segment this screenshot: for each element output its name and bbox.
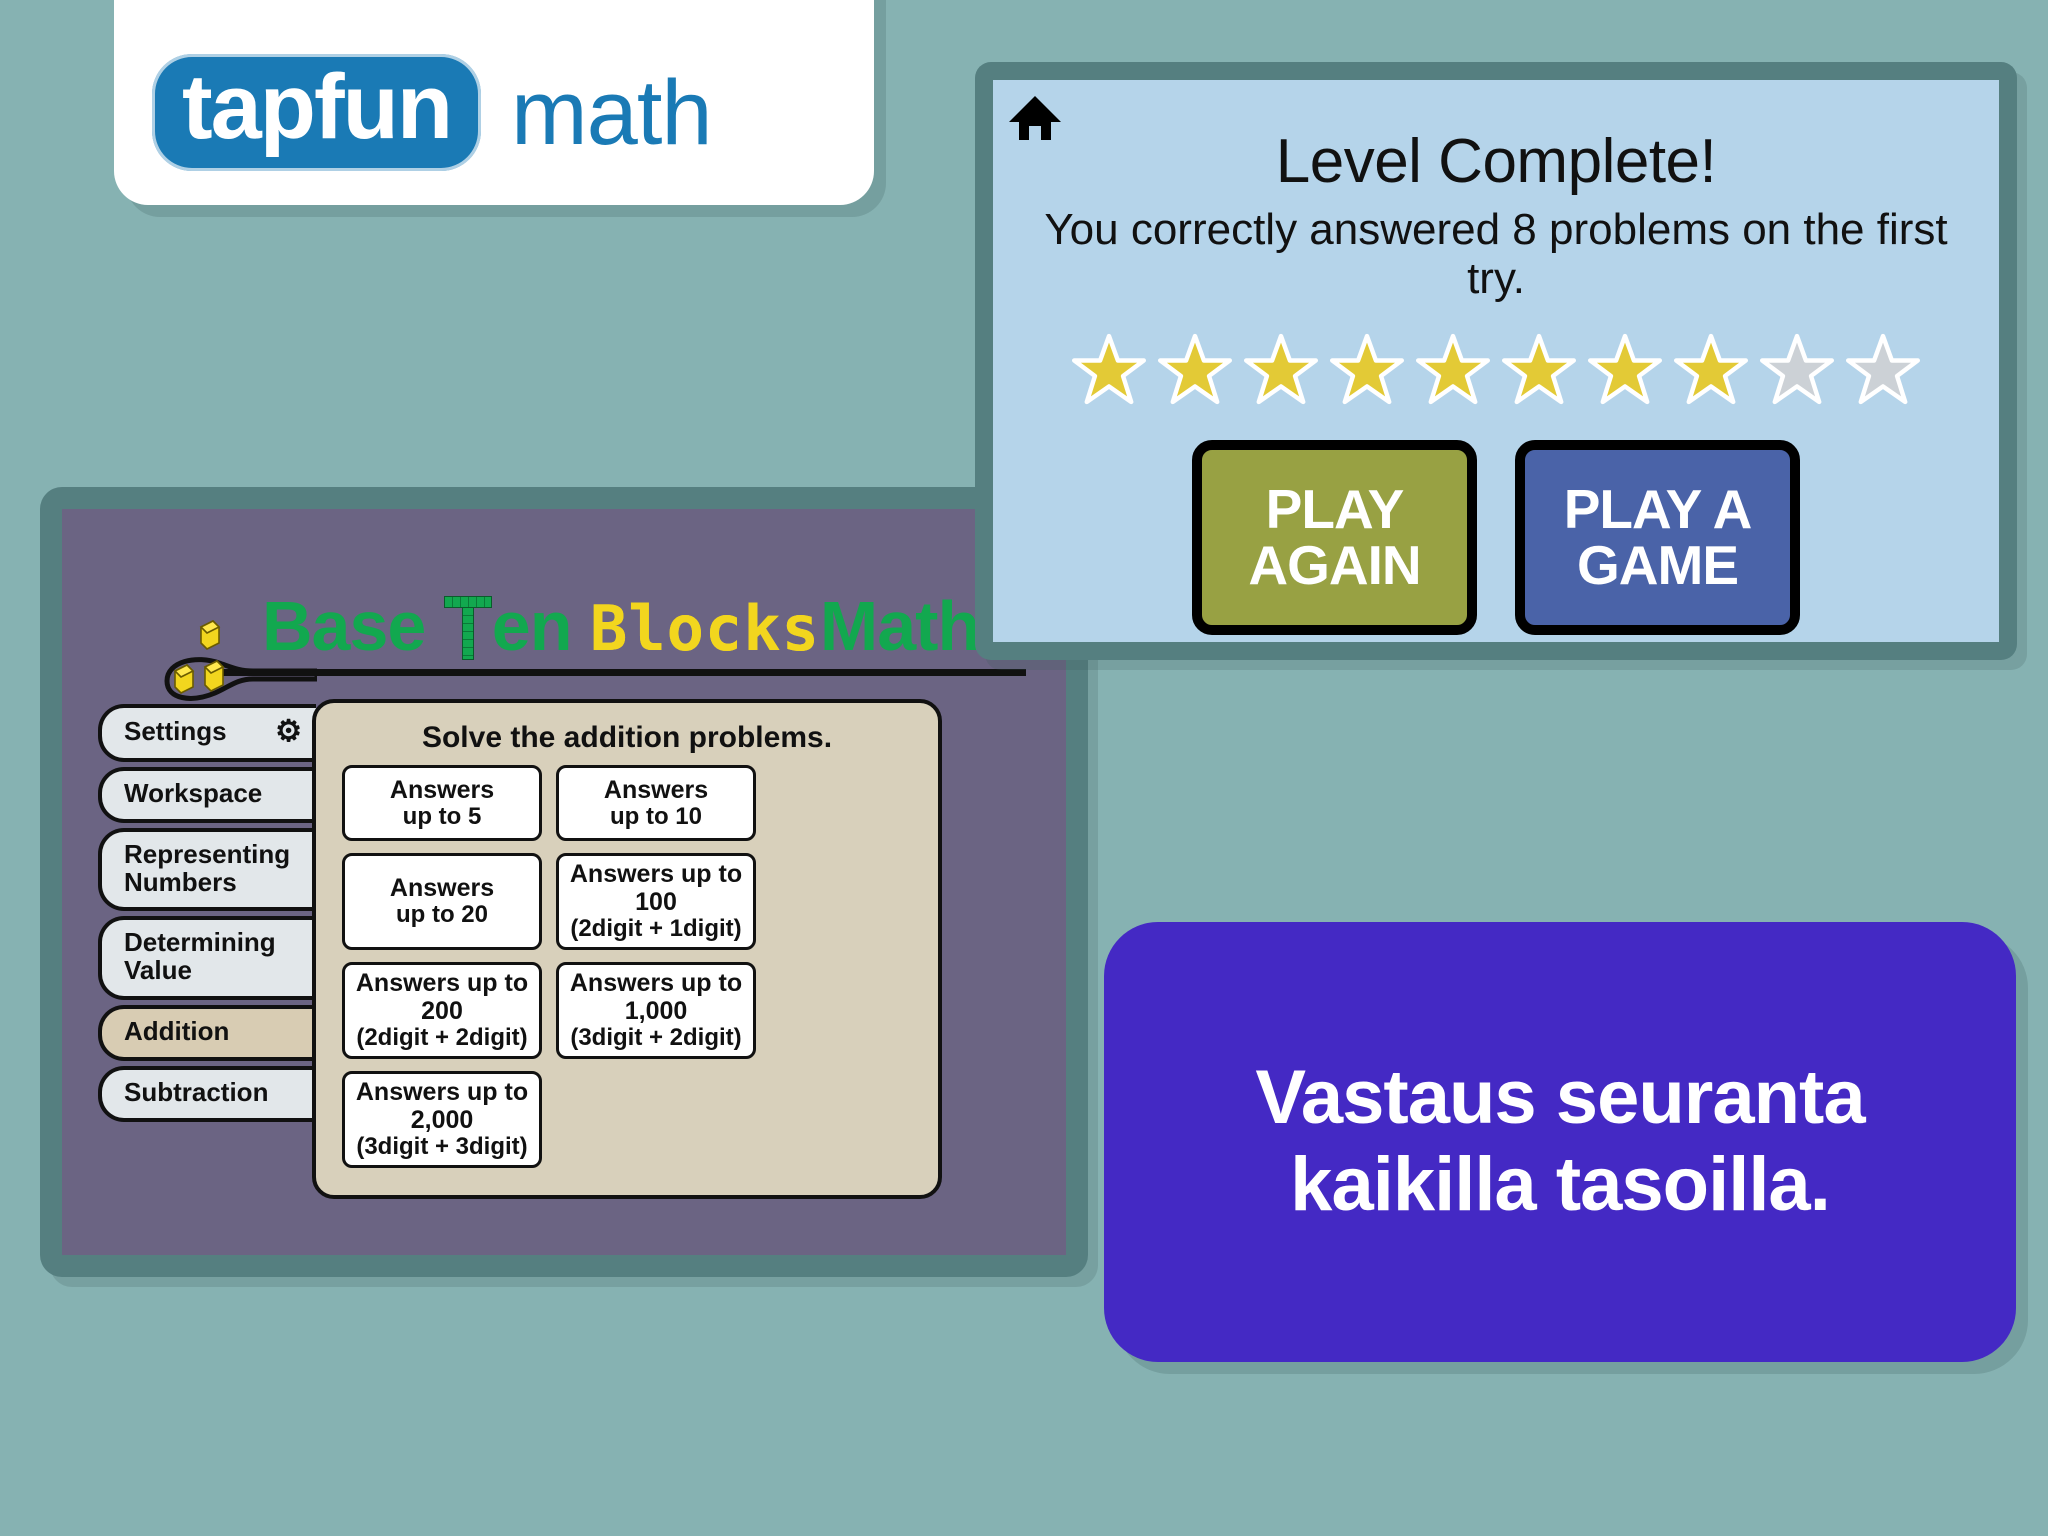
level-complete-actions: PLAY AGAIN PLAY A GAME bbox=[993, 439, 1999, 635]
level-button-answers-up-to-10[interactable]: Answers up to 10 bbox=[556, 765, 756, 841]
caption-line-2: kaikilla tasoilla. bbox=[1290, 1142, 1831, 1227]
star-rating bbox=[993, 332, 1999, 406]
star-icon-filled bbox=[1330, 333, 1404, 404]
title-part-base: Base bbox=[262, 587, 444, 665]
title-part-math: Math bbox=[819, 587, 980, 665]
btn-line-1: Answers bbox=[389, 775, 495, 804]
btn-line-2: (2digit + 2digit) bbox=[356, 1023, 528, 1051]
btn-line-1: Answers up to 2,000 bbox=[355, 1077, 529, 1134]
btn-line-1: Answers up to 100 bbox=[569, 860, 743, 916]
btn-line-2: AGAIN bbox=[1248, 534, 1421, 597]
sidebar-item-addition[interactable]: Addition bbox=[98, 1005, 316, 1061]
tab-label: Addition bbox=[124, 1016, 230, 1047]
gear-icon[interactable]: ⚙ bbox=[275, 717, 302, 747]
level-complete-body: Level Complete! You correctly answered 8… bbox=[993, 80, 1999, 642]
star-icon-filled bbox=[1674, 333, 1748, 404]
star-icon-filled bbox=[1416, 333, 1490, 404]
star-icon-filled bbox=[1072, 333, 1146, 404]
tab-label: Subtraction bbox=[124, 1076, 269, 1107]
star-icon-empty bbox=[1846, 333, 1920, 404]
base-ten-blocks-window: Base en BlocksMath Settings ⚙ Workspace … bbox=[40, 487, 1088, 1277]
content-heading: Solve the addition problems. bbox=[421, 721, 833, 754]
btn-line-2: (3digit + 2digit) bbox=[570, 1023, 742, 1051]
level-button-grid: Answers up to 5 Answers up to 10 Answers… bbox=[316, 765, 938, 1168]
level-summary-text: You correctly answered 8 problems on the… bbox=[1044, 205, 1948, 304]
title-part-blocks: Blocks bbox=[589, 592, 820, 665]
finnish-caption-text: Vastaus seuranta kaikilla tasoilla. bbox=[1215, 1055, 1904, 1228]
tab-label: Workspace bbox=[124, 778, 263, 808]
btn-line-1: PLAY A bbox=[1563, 477, 1753, 540]
btn-line-2: GAME bbox=[1577, 534, 1739, 597]
product-name: math bbox=[511, 61, 713, 164]
play-again-button[interactable]: PLAY AGAIN bbox=[1192, 439, 1477, 635]
title-underline bbox=[217, 669, 1026, 676]
level-button-answers-up-to-2000[interactable]: Answers up to 2,000 (3digit + 3digit) bbox=[342, 1070, 542, 1168]
btn-line-2: up to 10 bbox=[609, 802, 702, 830]
star-icon-filled bbox=[1588, 333, 1662, 404]
sidebar-item-workspace[interactable]: Workspace bbox=[98, 767, 316, 823]
btn-line-2: up to 20 bbox=[395, 901, 488, 928]
level-complete-window: Level Complete! You correctly answered 8… bbox=[975, 62, 2017, 660]
btn-line-1: Answers bbox=[603, 775, 709, 804]
play-a-game-button[interactable]: PLAY A GAME bbox=[1515, 439, 1800, 635]
level-button-answers-up-to-100[interactable]: Answers up to 100 (2digit + 1digit) bbox=[556, 853, 756, 950]
star-icon-filled bbox=[1158, 333, 1232, 404]
sidebar-item-determining-value[interactable]: Determining Value bbox=[98, 916, 316, 1001]
btn-line-2: up to 5 bbox=[402, 802, 482, 830]
finnish-caption-panel: Vastaus seuranta kaikilla tasoilla. bbox=[1104, 922, 2016, 1362]
tab-label: Settings bbox=[124, 716, 227, 747]
category-tab-list: Settings ⚙ Workspace Representing Number… bbox=[98, 704, 316, 1127]
star-icon-empty bbox=[1760, 333, 1834, 404]
level-button-answers-up-to-1000[interactable]: Answers up to 1,000 (3digit + 2digit) bbox=[556, 961, 756, 1059]
btn-line-1: Answers bbox=[389, 874, 495, 902]
btn-line-1: PLAY bbox=[1265, 477, 1405, 540]
window-title: Base en BlocksMath bbox=[262, 591, 980, 661]
brand-name: tapfun bbox=[182, 55, 453, 158]
level-button-answers-up-to-5[interactable]: Answers up to 5 bbox=[342, 765, 542, 841]
sidebar-item-representing-numbers[interactable]: Representing Numbers bbox=[98, 827, 316, 912]
tapfun-math-logo-card: tapfun math bbox=[114, 0, 874, 205]
tab-label: Representing Numbers bbox=[124, 838, 291, 897]
sidebar-item-settings[interactable]: Settings ⚙ bbox=[98, 704, 316, 762]
level-button-answers-up-to-200[interactable]: Answers up to 200 (2digit + 2digit) bbox=[342, 961, 542, 1059]
tab-label: Determining Value bbox=[124, 927, 276, 986]
btn-line-2: (2digit + 1digit) bbox=[570, 915, 742, 942]
home-icon[interactable] bbox=[1007, 92, 1063, 144]
star-icon-filled bbox=[1244, 333, 1318, 404]
btn-line-1: Answers up to 1,000 bbox=[569, 968, 743, 1025]
page-title: Level Complete! bbox=[1275, 127, 1717, 196]
title-part-en: en bbox=[491, 587, 590, 665]
btn-line-1: Answers up to 200 bbox=[355, 968, 529, 1025]
btn-line-2: (3digit + 3digit) bbox=[356, 1132, 528, 1160]
rod-letter-t-icon bbox=[443, 596, 492, 660]
base-ten-blocks-body: Base en BlocksMath Settings ⚙ Workspace … bbox=[62, 509, 1066, 1255]
caption-line-1: Vastaus seuranta bbox=[1255, 1055, 1865, 1141]
level-button-answers-up-to-20[interactable]: Answers up to 20 bbox=[342, 853, 542, 950]
star-icon-filled bbox=[1502, 333, 1576, 404]
tapfun-badge: tapfun bbox=[152, 53, 482, 171]
addition-content-panel: Solve the addition problems. Answers up … bbox=[312, 699, 942, 1199]
sidebar-item-subtraction[interactable]: Subtraction bbox=[98, 1065, 316, 1122]
